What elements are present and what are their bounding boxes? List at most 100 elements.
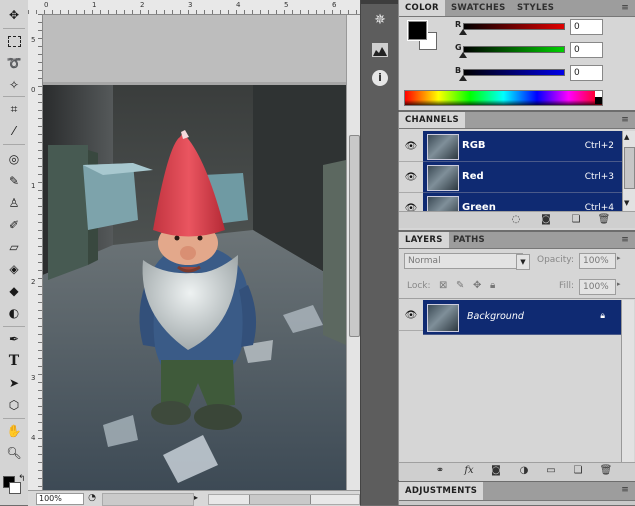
green-slider-thumb[interactable]	[459, 52, 467, 58]
scroll-thumb[interactable]	[249, 495, 311, 504]
scroll-thumb[interactable]	[624, 147, 635, 189]
green-slider-track[interactable]	[463, 46, 565, 53]
layers-scrollbar[interactable]	[621, 300, 634, 464]
lock-transparent-icon[interactable]: ⊠	[439, 280, 447, 291]
channels-scrollbar[interactable]: ▲ ▼	[622, 131, 635, 211]
eye-icon[interactable]: 👁︎	[399, 300, 423, 331]
eraser-tool-icon[interactable]: ▱	[4, 238, 24, 256]
add-mask-icon[interactable]: ◙	[489, 465, 503, 477]
scroll-down-arrow-icon[interactable]: ▼	[624, 199, 629, 207]
horizontal-ruler: 0 1 2 3 4 5 6	[28, 0, 360, 15]
tab-channels[interactable]: CHANNELS	[399, 112, 465, 128]
lock-all-icon[interactable]: 🔒︎	[490, 280, 495, 291]
layer-style-icon[interactable]: fx	[462, 465, 476, 477]
ruler-tick-label: 4	[236, 1, 241, 9]
pen-tool-icon[interactable]: ✒	[4, 330, 24, 348]
paint-bucket-tool-icon[interactable]: ◈	[4, 260, 24, 278]
path-selection-tool-icon[interactable]: ➤	[4, 374, 24, 392]
new-group-icon[interactable]: ▭	[544, 465, 558, 477]
horizontal-scrollbar[interactable]	[208, 494, 360, 505]
red-value-field[interactable]: 0	[570, 19, 603, 35]
tab-layers[interactable]: LAYERS	[399, 232, 449, 248]
layer-thumbnail	[427, 304, 459, 332]
lock-image-icon[interactable]: ✎	[456, 280, 464, 291]
channel-row-rgb[interactable]: RGB Ctrl+2	[423, 131, 622, 162]
opacity-arrow-icon[interactable]: ▸	[617, 254, 621, 262]
green-value-field[interactable]: 0	[570, 42, 603, 58]
ruler-tick-label: 0	[31, 86, 36, 94]
document-canvas[interactable]	[43, 15, 346, 490]
chevron-down-icon[interactable]: ▼	[516, 254, 530, 270]
channel-name: Red	[462, 171, 484, 182]
zoom-level-field[interactable]: 100%	[36, 493, 84, 505]
channels-footer: ◌ ◙ ❏ 🗑︎	[399, 211, 635, 228]
canvas-vertical-scrollbar[interactable]	[346, 15, 361, 490]
link-layers-icon[interactable]: ⚭	[433, 465, 447, 477]
load-selection-icon[interactable]: ◌	[509, 214, 523, 226]
panel-menu-icon[interactable]: ≡	[620, 3, 630, 13]
hand-tool-icon[interactable]: ✋	[4, 422, 24, 440]
adjustments-panel: ADJUSTMENTS ≡	[398, 482, 635, 505]
channel-thumbnail	[427, 134, 459, 160]
panel-menu-icon[interactable]: ≡	[620, 235, 630, 245]
document-info-field[interactable]	[102, 493, 194, 506]
delete-layer-icon[interactable]: 🗑︎	[599, 465, 613, 477]
blend-mode-select[interactable]: Normal	[404, 253, 523, 269]
magic-wand-tool-icon[interactable]: ✧	[4, 76, 24, 94]
status-menu-arrow-icon[interactable]: ▸	[194, 493, 204, 504]
channels-list: 👁︎ RGB Ctrl+2 👁︎ Red Ctrl+3 👁︎ Green Ctr…	[399, 131, 622, 211]
fill-field[interactable]: 100%	[579, 279, 616, 295]
tab-styles[interactable]: STYLES	[511, 0, 560, 16]
healing-brush-tool-icon[interactable]: ◎	[4, 150, 24, 168]
ruler-tick-label: 5	[284, 1, 289, 9]
black-swatch[interactable]	[595, 97, 602, 104]
eye-icon[interactable]: 👁︎	[399, 162, 423, 193]
navigator-icon[interactable]: ✵	[369, 10, 391, 30]
channel-row-red[interactable]: Red Ctrl+3	[423, 162, 622, 193]
channel-shortcut: Ctrl+2	[584, 141, 614, 151]
lasso-tool-icon[interactable]: ➰	[4, 54, 24, 72]
history-brush-tool-icon[interactable]: ✐	[4, 216, 24, 234]
scroll-thumb[interactable]	[349, 135, 360, 337]
marquee-tool-icon[interactable]	[4, 32, 24, 50]
blue-value-field[interactable]: 0	[570, 65, 603, 81]
red-slider-track[interactable]	[463, 23, 565, 30]
new-channel-icon[interactable]: ❏	[569, 214, 583, 226]
delete-channel-icon[interactable]: 🗑︎	[597, 214, 611, 226]
dodge-tool-icon[interactable]: ◐	[4, 304, 24, 322]
panel-menu-icon[interactable]: ≡	[620, 115, 630, 125]
panel-menu-icon[interactable]: ≡	[620, 485, 630, 495]
type-tool-icon[interactable]: T	[4, 352, 24, 370]
brush-tool-icon[interactable]: ✎	[4, 172, 24, 190]
blue-slider-thumb[interactable]	[459, 75, 467, 81]
shape-tool-icon[interactable]: ⬡	[4, 396, 24, 414]
status-info-icon[interactable]: ◔	[86, 493, 98, 504]
eyedropper-tool-icon[interactable]: ⁄	[4, 122, 24, 140]
eye-icon[interactable]: 👁︎	[399, 131, 423, 162]
crop-tool-icon[interactable]: ⌗	[4, 100, 24, 118]
adjustment-layer-icon[interactable]: ◑	[517, 465, 531, 477]
blur-tool-icon[interactable]: ◆	[4, 282, 24, 300]
scroll-up-arrow-icon[interactable]: ▲	[624, 133, 629, 141]
eye-icon[interactable]: 👁︎	[399, 193, 423, 211]
move-tool-icon[interactable]: ✥	[4, 6, 24, 24]
fill-arrow-icon[interactable]: ▸	[617, 280, 621, 288]
channel-row-green[interactable]: Green Ctrl+4	[423, 193, 622, 211]
swap-colors-icon[interactable]: ↰	[18, 474, 26, 484]
save-selection-icon[interactable]: ◙	[539, 214, 553, 226]
tab-color[interactable]: COLOR	[399, 0, 445, 16]
blue-slider-track[interactable]	[463, 69, 565, 76]
color-spectrum-bar[interactable]	[404, 90, 603, 106]
tab-swatches[interactable]: SWATCHES	[445, 0, 512, 16]
tab-adjustments[interactable]: ADJUSTMENTS	[399, 482, 484, 500]
histogram-icon[interactable]	[369, 40, 391, 60]
opacity-field[interactable]: 100%	[579, 253, 616, 269]
info-icon[interactable]: i	[369, 68, 391, 88]
new-layer-icon[interactable]: ❏	[571, 465, 585, 477]
red-slider-thumb[interactable]	[459, 29, 467, 35]
clone-stamp-tool-icon[interactable]: ♙	[4, 194, 24, 212]
zoom-tool-icon[interactable]: 🔍︎	[4, 444, 24, 462]
layer-row-background[interactable]: Background 🔒︎	[423, 300, 621, 335]
lock-position-icon[interactable]: ✥	[473, 280, 481, 291]
tab-paths[interactable]: PATHS	[447, 232, 491, 248]
